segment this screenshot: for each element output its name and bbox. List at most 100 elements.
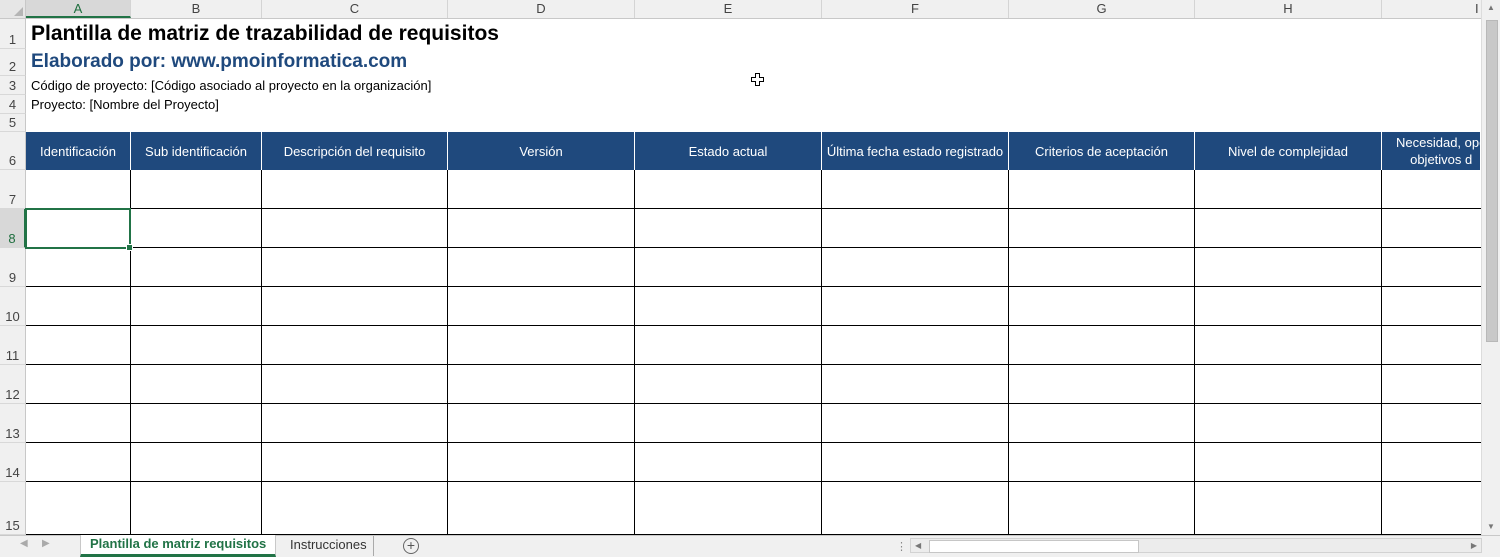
grid-cell[interactable] xyxy=(262,326,448,365)
grid-cell[interactable] xyxy=(262,170,448,209)
vertical-scrollbar[interactable]: ▲ ▼ xyxy=(1481,0,1500,535)
grid-cell[interactable] xyxy=(131,365,262,404)
grid-cell[interactable] xyxy=(1009,482,1195,535)
horizontal-scroll-thumb[interactable] xyxy=(929,540,1139,553)
grid-cell[interactable] xyxy=(448,170,635,209)
grid-cell[interactable] xyxy=(1382,482,1481,535)
grid-cell[interactable] xyxy=(131,326,262,365)
column-header-e[interactable]: E xyxy=(635,0,822,18)
sheet-tab-instrucciones[interactable]: Instrucciones xyxy=(284,536,374,556)
grid-cell[interactable] xyxy=(635,365,822,404)
grid-cell[interactable] xyxy=(1382,287,1481,326)
grid-cell[interactable] xyxy=(1382,170,1481,209)
grid-cell[interactable] xyxy=(131,404,262,443)
grid-cell[interactable] xyxy=(26,170,131,209)
row-header-11[interactable]: 11 xyxy=(0,326,26,365)
grid-cell[interactable] xyxy=(448,326,635,365)
grid-cell[interactable] xyxy=(635,170,822,209)
row-header-13[interactable]: 13 xyxy=(0,404,26,443)
split-handle-icon[interactable]: ⋮ xyxy=(896,540,907,553)
header-criterios[interactable]: Criterios de aceptación xyxy=(1009,132,1195,170)
grid-cell[interactable] xyxy=(1009,443,1195,482)
grid-cell[interactable] xyxy=(1382,209,1481,248)
row-header-12[interactable]: 12 xyxy=(0,365,26,404)
chevron-left-icon[interactable]: ◀ xyxy=(20,538,28,549)
column-header-b[interactable]: B xyxy=(131,0,262,18)
fill-handle[interactable] xyxy=(126,244,133,251)
select-all-button[interactable] xyxy=(0,0,26,18)
row-header-2[interactable]: 2 xyxy=(0,49,26,76)
selected-cell-a8[interactable] xyxy=(25,208,133,251)
grid-cell[interactable] xyxy=(26,248,131,287)
grid-cell[interactable] xyxy=(822,170,1009,209)
header-sub-identificacion[interactable]: Sub identificación xyxy=(131,132,262,170)
header-identificacion[interactable]: Identificación xyxy=(26,132,131,170)
grid-cell[interactable] xyxy=(26,287,131,326)
row-header-3[interactable]: 3 xyxy=(0,76,26,95)
grid-cell[interactable] xyxy=(26,482,131,535)
grid-cell[interactable] xyxy=(448,365,635,404)
column-header-h[interactable]: H xyxy=(1195,0,1382,18)
grid-cell[interactable] xyxy=(448,482,635,535)
grid-cell[interactable] xyxy=(1195,326,1382,365)
grid-cell[interactable] xyxy=(1382,404,1481,443)
grid-cell[interactable] xyxy=(131,248,262,287)
scroll-left-icon[interactable]: ◀ xyxy=(915,539,921,552)
grid-cell[interactable] xyxy=(822,287,1009,326)
column-header-f[interactable]: F xyxy=(822,0,1009,18)
grid-cell[interactable] xyxy=(1009,287,1195,326)
row-header-6[interactable]: 6 xyxy=(0,132,26,170)
grid-cell[interactable] xyxy=(1382,326,1481,365)
column-header-d[interactable]: D xyxy=(448,0,635,18)
grid-cell[interactable] xyxy=(131,482,262,535)
grid-cell[interactable] xyxy=(635,248,822,287)
grid-cell[interactable] xyxy=(822,443,1009,482)
grid-cell[interactable] xyxy=(635,209,822,248)
scroll-down-icon[interactable]: ▼ xyxy=(1482,519,1500,535)
grid-cell[interactable] xyxy=(1009,170,1195,209)
sheet-tab-plantilla[interactable]: Plantilla de matriz requisitos xyxy=(80,535,277,557)
grid-cell[interactable] xyxy=(1195,443,1382,482)
grid-cell[interactable] xyxy=(635,482,822,535)
grid-cell[interactable] xyxy=(1009,209,1195,248)
grid-cell[interactable] xyxy=(448,287,635,326)
grid-cell[interactable] xyxy=(1195,170,1382,209)
grid-cell[interactable] xyxy=(131,287,262,326)
grid-cell[interactable] xyxy=(262,365,448,404)
scroll-right-icon[interactable]: ▶ xyxy=(1471,539,1477,552)
plus-circle-icon[interactable]: + xyxy=(403,538,419,554)
grid-cell[interactable] xyxy=(448,404,635,443)
header-version[interactable]: Versión xyxy=(448,132,635,170)
grid-cell[interactable] xyxy=(262,404,448,443)
grid-cell[interactable] xyxy=(262,248,448,287)
grid-cell[interactable] xyxy=(131,443,262,482)
column-header-g[interactable]: G xyxy=(1009,0,1195,18)
grid-cell[interactable] xyxy=(448,248,635,287)
grid-cell[interactable] xyxy=(1009,248,1195,287)
vertical-scroll-thumb[interactable] xyxy=(1486,20,1498,342)
header-nivel-complejidad[interactable]: Nivel de complejidad xyxy=(1195,132,1382,170)
grid-cell[interactable] xyxy=(822,404,1009,443)
grid-cell[interactable] xyxy=(1195,287,1382,326)
grid-cell[interactable] xyxy=(822,326,1009,365)
header-ultima-fecha[interactable]: Última fecha estado registrado xyxy=(822,132,1009,170)
grid-cell[interactable] xyxy=(131,209,262,248)
grid-cell[interactable] xyxy=(822,209,1009,248)
grid-cell[interactable] xyxy=(1009,365,1195,404)
grid-cell[interactable] xyxy=(1195,482,1382,535)
grid-cell[interactable] xyxy=(26,443,131,482)
grid-cell[interactable] xyxy=(262,482,448,535)
grid-cell[interactable] xyxy=(822,248,1009,287)
grid-cell[interactable] xyxy=(1195,248,1382,287)
column-header-a[interactable]: A xyxy=(26,0,131,18)
grid-cell[interactable] xyxy=(262,443,448,482)
column-header-c[interactable]: C xyxy=(262,0,448,18)
grid-cell[interactable] xyxy=(1195,365,1382,404)
header-descripcion[interactable]: Descripción del requisito xyxy=(262,132,448,170)
grid-cell[interactable] xyxy=(448,209,635,248)
grid-cell[interactable] xyxy=(1382,365,1481,404)
grid-cell[interactable] xyxy=(262,287,448,326)
row-header-1[interactable]: 1 xyxy=(0,19,26,49)
grid-cell[interactable] xyxy=(1195,209,1382,248)
row-header-10[interactable]: 10 xyxy=(0,287,26,326)
